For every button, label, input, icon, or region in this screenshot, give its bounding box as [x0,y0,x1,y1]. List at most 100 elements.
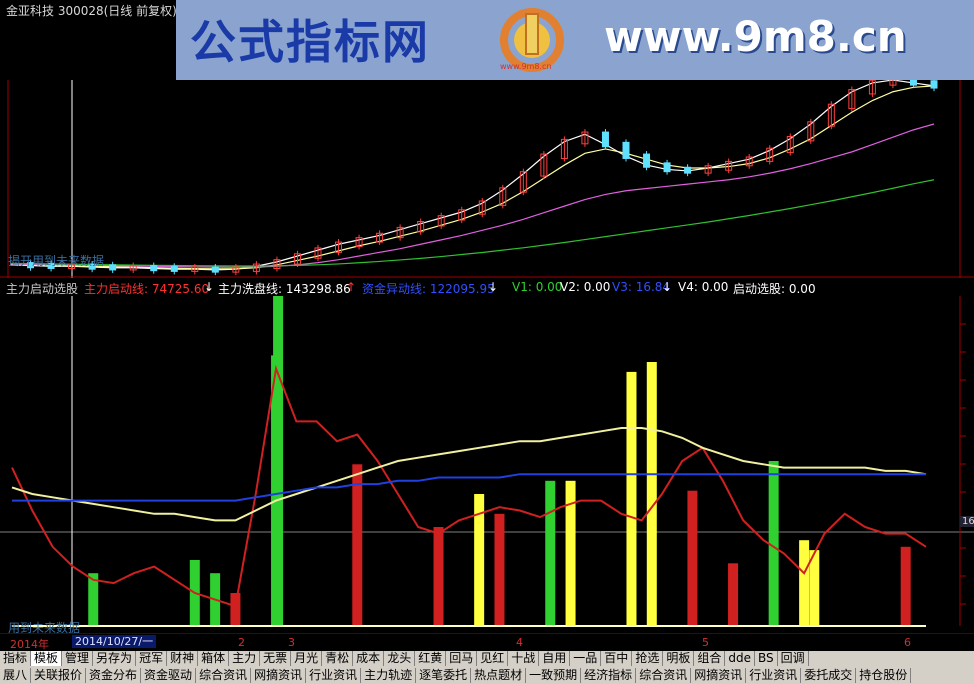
info-tab-7[interactable]: 主力轨迹 [361,668,417,683]
window-title: 金亚科技 300028(日线 前复权) [6,4,177,18]
tab-19[interactable]: 百中 [601,651,633,666]
indicator-chart [0,296,974,627]
indicator-bar-15 [728,563,739,626]
tab-9[interactable]: 月光 [291,651,323,666]
header-item: ↓ [204,280,215,294]
indicator-bar-10 [545,480,556,626]
info-tab-1[interactable]: 关联报价 [31,668,87,683]
candle-body [601,131,609,148]
info-tab-6[interactable]: 行业资讯 [306,668,362,683]
info-tab-10[interactable]: 一致预期 [526,668,582,683]
ma-line-0 [9,80,935,271]
candle-body [643,153,651,168]
tab-11[interactable]: 成本 [353,651,385,666]
indicator-bar-17 [799,540,810,626]
info-tab-14[interactable]: 行业资讯 [746,668,802,683]
candle-body [663,162,671,173]
tab-8[interactable]: 无票 [260,651,292,666]
candle-body [909,80,917,86]
tab-12[interactable]: 龙头 [384,651,416,666]
indicator-bar-7 [433,527,444,626]
tab-6[interactable]: 箱体 [198,651,230,666]
right-axis-value: 16 [960,516,974,527]
tab-4[interactable]: 冠军 [136,651,168,666]
ma-line-3 [9,179,935,267]
info-tab-4[interactable]: 综合资讯 [196,668,252,683]
indicator-bar-9 [494,513,505,626]
info-tab-8[interactable]: 逐笔委托 [416,668,472,683]
banner: 公式指标网 www.9m8.cn www.9m8.cn [176,0,974,80]
ma-line-2 [9,123,935,268]
tab-25[interactable]: 回调 [778,651,809,666]
tab-13[interactable]: 红黄 [415,651,447,666]
header-item: 主力洗盘线: 143298.86 [218,282,351,296]
indicator-line-0 [11,364,927,608]
indicator-bar-14 [687,490,698,626]
banner-title: 公式指标网 [190,15,430,69]
header-item: V1: 0.00 [512,280,563,294]
tab-20[interactable]: 抢选 [632,651,664,666]
indicator-bar-12 [626,371,637,626]
tab-0[interactable]: 指标 [0,651,32,666]
tab-18[interactable]: 一品 [570,651,602,666]
info-tab-5[interactable]: 网摘资讯 [251,668,307,683]
candle-body [170,265,178,272]
tab-3[interactable]: 另存为 [93,651,137,666]
indicator-bar-3 [230,593,241,626]
indicator-bar-6 [352,464,363,626]
month-label: 2 [238,636,245,649]
info-tab-16[interactable]: 持仓股份 [856,668,912,683]
tab-14[interactable]: 回马 [446,651,478,666]
info-tab-11[interactable]: 经济指标 [581,668,637,683]
tab-15[interactable]: 见红 [477,651,509,666]
price-watermark: 揭开用到未来数据 [8,254,105,268]
month-label: 3 [288,636,295,649]
info-tab-9[interactable]: 热点题材 [471,668,527,683]
candle-body [622,141,630,159]
tab-5[interactable]: 财神 [167,651,199,666]
info-tab-12[interactable]: 综合资讯 [636,668,692,683]
info-tab-13[interactable]: 网摘资讯 [691,668,747,683]
logo-url: www.9m8.cn [500,62,552,71]
tab-24[interactable]: BS [755,651,778,666]
month-label: 5 [702,636,709,649]
header-item: ↑ [346,280,357,294]
tab-1[interactable]: 模板 [31,651,63,666]
header-item: ↓ [488,280,499,294]
indicator-line-2 [12,473,926,502]
info-tab-3[interactable]: 资金驱动 [141,668,197,683]
tab-22[interactable]: 组合 [694,651,726,666]
month-label: 6 [904,636,911,649]
header-item: 主力启动选股 [6,282,79,296]
info-tabs: 展八 关联报价 资金分布 资金驱动 综合资讯 网摘资讯 行业资讯 主力轨迹 逐笔委托 热点题材 一致… [0,668,974,684]
tab-23[interactable]: dde [725,651,755,666]
header-item: 资金异动线: 122095.95 [362,282,495,296]
indicator-bar-13 [646,362,657,626]
cursor-date: 2014/10/27/一 [72,635,157,648]
indicator-bar-19 [900,546,911,626]
header-item: 启动选股: 0.00 [733,282,816,296]
price-chart [0,80,974,278]
tab-17[interactable]: 自用 [539,651,571,666]
formula-tabs: 指标 模板 管理 另存为 冠军 财神 箱体 主力 无票 月光 青松 成本 龙头 红黄 回马 见红 十战 自用 一品百… [0,651,974,668]
tab-2[interactable]: 管理 [62,651,94,666]
header-item: 主力启动线: 74725.60 [84,282,210,296]
tab-7[interactable]: 主力 [229,651,261,666]
header-item: V4: 0.00 [678,280,729,294]
tab-21[interactable]: 明板 [663,651,695,666]
banner-url: www.9m8.cn [604,12,907,61]
info-tab-2[interactable]: 资金分布 [86,668,142,683]
header-item: ↓ [662,280,673,294]
header-item: V2: 0.00 [560,280,611,294]
info-tab-0[interactable]: 展八 [0,668,32,683]
tab-16[interactable]: 十战 [508,651,540,666]
candle-body [150,265,158,272]
ma-line-1 [9,85,935,270]
tab-10[interactable]: 青松 [322,651,354,666]
candle-body [211,266,219,273]
month-label: 4 [516,636,523,649]
info-tab-15[interactable]: 委托成交 [801,668,857,683]
candle-body [684,166,692,174]
candle-body [109,264,117,271]
candle-body [930,80,938,89]
